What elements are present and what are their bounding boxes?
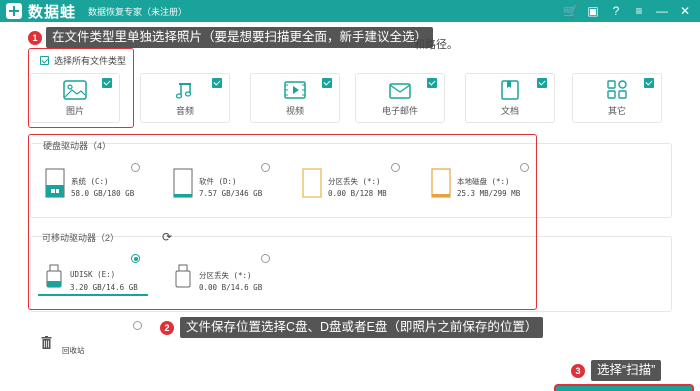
- highlight-box-drives: [28, 134, 537, 310]
- title-bar: 数据蛙 数据恢复专家（未注册） 🛒 ▣ ? ≡ — ✕: [0, 0, 700, 22]
- scan-button[interactable]: [554, 384, 694, 391]
- annotation-text-2: 文件保存位置选择C盘、D盘或者E盘（即照片之前保存的位置）: [180, 317, 544, 338]
- gift-icon[interactable]: ▣: [586, 3, 600, 19]
- close-icon[interactable]: ✕: [678, 3, 692, 19]
- annotation-text-1: 在文件类型里单独选择照片（要是想要扫描更全面，新手建议全选）: [46, 27, 434, 48]
- menu-icon[interactable]: ≡: [632, 3, 646, 19]
- filetype-card-email[interactable]: 电子邮件: [355, 73, 445, 123]
- annotation-text-3: 选择“扫描”: [591, 360, 662, 381]
- document-icon: [501, 80, 519, 100]
- help-icon[interactable]: ?: [609, 3, 623, 19]
- filetype-card-video[interactable]: 视频: [250, 73, 340, 123]
- filetype-card-audio[interactable]: 音频: [140, 73, 230, 123]
- annotation-3: 3 选择“扫描”: [571, 360, 662, 381]
- filetype-checkbox-email[interactable]: [427, 78, 437, 88]
- music-icon: [175, 83, 192, 99]
- recycle-bin-label: 回收站: [62, 346, 85, 355]
- logo-icon: [6, 3, 22, 19]
- annotation-badge-1: 1: [28, 30, 42, 45]
- recycle-bin-radio[interactable]: [133, 321, 142, 330]
- minimize-icon[interactable]: —: [655, 3, 669, 19]
- instruction-tail: 和路径。: [414, 39, 458, 51]
- filetype-label: 文档: [500, 106, 519, 116]
- trash-icon: [41, 336, 52, 349]
- highlight-box-filetype: [28, 48, 134, 128]
- filetype-label: 其它: [607, 106, 626, 116]
- mail-icon: [389, 83, 411, 99]
- filetype-checkbox-other[interactable]: [644, 78, 654, 88]
- filetype-label: 视频: [285, 106, 304, 116]
- app-subtitle: 数据恢复专家（未注册）: [88, 6, 188, 17]
- video-icon: [284, 81, 306, 99]
- filetype-checkbox-audio[interactable]: [212, 78, 222, 88]
- filetype-card-other[interactable]: 其它: [572, 73, 662, 123]
- cart-icon[interactable]: 🛒: [563, 3, 578, 19]
- annotation-2: 2 文件保存位置选择C盘、D盘或者E盘（即照片之前保存的位置）: [160, 317, 544, 338]
- filetype-checkbox-document[interactable]: [537, 78, 547, 88]
- app-name: 数据蛙: [28, 3, 77, 21]
- app-logo: 数据蛙: [6, 1, 76, 22]
- filetype-checkbox-video[interactable]: [322, 78, 332, 88]
- other-icon: [607, 80, 627, 99]
- annotation-badge-2: 2: [160, 320, 174, 335]
- filetype-label: 音频: [175, 106, 194, 116]
- title-bar-actions: 🛒 ▣ ? ≡ — ✕: [563, 3, 692, 19]
- annotation-1: 1 在文件类型里单独选择照片（要是想要扫描更全面，新手建议全选）: [28, 27, 434, 48]
- annotation-badge-3: 3: [571, 363, 585, 378]
- filetype-card-document[interactable]: 文档: [465, 73, 555, 123]
- filetype-label: 电子邮件: [381, 106, 418, 116]
